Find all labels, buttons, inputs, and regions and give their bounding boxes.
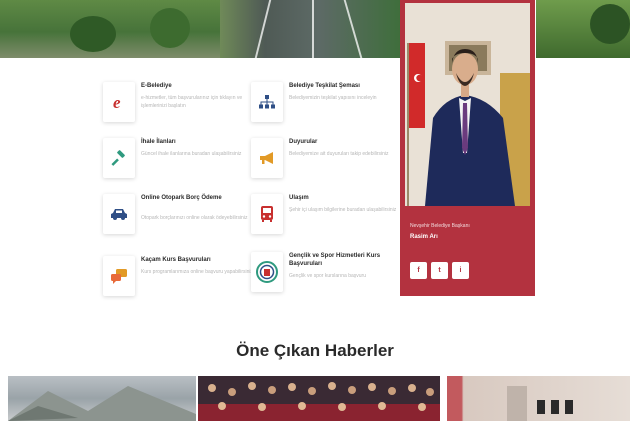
e-belediye-icon: e <box>103 82 135 122</box>
mayor-photo <box>405 3 530 206</box>
service-duyurular[interactable]: Duyurular Belediyemize ait duyuruları ta… <box>251 138 401 182</box>
service-e-belediye[interactable]: e E-Belediye e-hizmetler, tüm başvurular… <box>103 82 253 126</box>
twitter-icon[interactable]: t <box>431 262 448 279</box>
sports-logo-icon <box>251 252 283 292</box>
service-title: Online Otopark Borç Ödeme <box>141 195 222 201</box>
mayor-name: Rasim Arı <box>410 234 438 240</box>
service-ulasim[interactable]: Ulaşım Şehir içi ulaşım bilgilerine bura… <box>251 194 401 238</box>
svg-text:e: e <box>113 93 121 111</box>
service-kurs-basvurulari[interactable]: Kaçam Kurs Başvuruları Kurs programlarım… <box>103 256 253 300</box>
featured-news-heading: Öne Çıkan Haberler <box>236 341 394 360</box>
service-title: Duyurular <box>289 139 318 145</box>
service-title: Belediye Teşkilat Şeması <box>289 83 360 89</box>
gavel-icon <box>103 138 135 178</box>
megaphone-icon <box>251 138 283 178</box>
bus-icon <box>251 194 283 234</box>
service-desc: e-hizmetler, tüm başvurularınız için tık… <box>141 95 243 109</box>
service-genclik-spor[interactable]: Gençlik ve Spor Hizmetleri Kurs Başvurul… <box>251 252 401 298</box>
car-icon <box>103 194 135 234</box>
service-teskilat-semasi[interactable]: Belediye Teşkilat Şeması Belediyemizin t… <box>251 82 401 126</box>
service-ihale-ilanlari[interactable]: İhale İlanları Güncel ihale ilanlarına b… <box>103 138 253 182</box>
service-desc: Belediyemizin teşkilat yapısını inceleyi… <box>289 95 377 101</box>
service-desc: Belediyemize ait duyuruları takip edebil… <box>289 151 389 157</box>
service-title: Kaçam Kurs Başvuruları <box>141 257 211 263</box>
news-card-image[interactable] <box>447 376 630 421</box>
mayor-card: Nevşehir Belediye Başkanı Rasim Arı f t … <box>400 0 535 296</box>
service-desc: Şehir içi ulaşım bilgilerine buradan ula… <box>289 207 397 213</box>
service-desc: Kurs programlarımıza online başvuru yapa… <box>141 269 253 275</box>
header-banner-image <box>0 0 630 58</box>
service-title: E-Belediye <box>141 83 172 89</box>
org-chart-icon <box>251 82 283 122</box>
instagram-icon[interactable]: i <box>452 262 469 279</box>
service-otopark-borc-odeme[interactable]: Online Otopark Borç Ödeme Otopark borçla… <box>103 194 253 240</box>
service-title: Gençlik ve Spor Hizmetleri Kurs Başvurul… <box>289 253 381 267</box>
banner-road-image <box>220 0 400 58</box>
news-card-image[interactable] <box>198 376 440 421</box>
service-desc: Otopark borçlarınızı online olarak ödeye… <box>141 215 248 221</box>
facebook-icon[interactable]: f <box>410 262 427 279</box>
service-title: İhale İlanları <box>141 139 176 145</box>
service-desc: Gençlik ve spor kurslarına başvuru <box>289 273 366 279</box>
mayor-title: Nevşehir Belediye Başkanı <box>410 223 470 229</box>
service-desc: Güncel ihale ilanlarına buradan ulaşabil… <box>141 151 242 157</box>
news-card-image[interactable] <box>8 376 196 421</box>
chat-icon <box>103 256 135 296</box>
service-title: Ulaşım <box>289 195 309 201</box>
